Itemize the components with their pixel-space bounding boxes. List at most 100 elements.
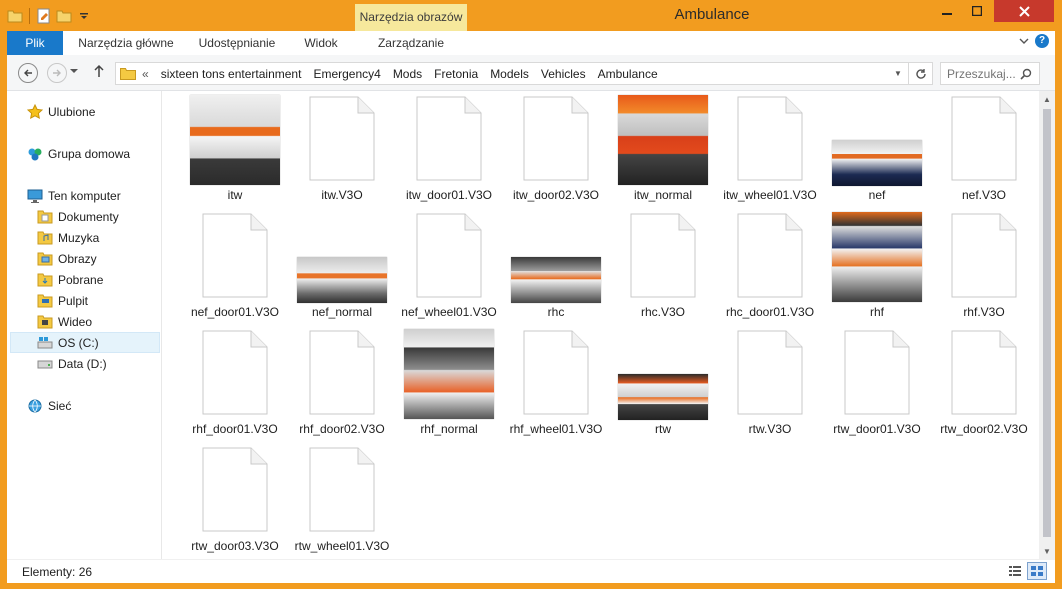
scroll-up-icon[interactable]: ▲ xyxy=(1039,91,1055,107)
document-icon xyxy=(737,213,803,298)
expand-ribbon-icon[interactable] xyxy=(1019,37,1029,45)
nav-item-pictures[interactable]: Obrazy xyxy=(37,249,97,269)
breadcrumb-separator-icon[interactable]: › xyxy=(302,69,312,79)
scrollbar-thumb[interactable] xyxy=(1043,109,1051,537)
nav-item-label: Dokumenty xyxy=(58,210,119,224)
breadcrumb-separator-icon[interactable]: › xyxy=(479,69,489,79)
help-icon[interactable]: ? xyxy=(1035,34,1049,48)
file-item[interactable]: itw xyxy=(184,91,286,203)
file-name: itw_door02.V3O xyxy=(512,188,600,202)
file-item[interactable]: rhf_door01.V3O xyxy=(184,325,286,437)
nav-item-videos[interactable]: Wideo xyxy=(37,312,92,332)
file-item[interactable]: rhc_door01.V3O xyxy=(719,208,821,320)
new-folder-icon[interactable] xyxy=(55,7,73,25)
document-icon xyxy=(737,330,803,415)
breadcrumb-separator-icon[interactable]: › xyxy=(382,69,392,79)
file-item[interactable]: rtw_wheel01.V3O xyxy=(291,442,393,554)
file-item[interactable]: nef_wheel01.V3O xyxy=(398,208,500,320)
breadcrumb-item[interactable]: Emergency4 xyxy=(313,67,380,81)
tab-home[interactable]: Narzędzia główne xyxy=(71,31,181,55)
ribbon-tabs: Plik Narzędzia główne Udostępnianie Wido… xyxy=(7,31,1055,55)
nav-item-music[interactable]: Muzyka xyxy=(37,228,99,248)
network-icon xyxy=(27,398,43,414)
file-item[interactable]: itw_door02.V3O xyxy=(505,91,607,203)
large-icons-view-button[interactable] xyxy=(1027,562,1047,580)
up-button[interactable] xyxy=(93,64,105,81)
file-item[interactable]: rhf xyxy=(826,208,928,320)
nav-item-documents[interactable]: Dokumenty xyxy=(37,207,119,227)
breadcrumb-overflow[interactable]: « xyxy=(142,67,149,81)
file-item[interactable]: itw_wheel01.V3O xyxy=(719,91,821,203)
nav-item-label: Muzyka xyxy=(58,231,100,245)
file-item[interactable]: rhc xyxy=(505,208,607,320)
file-item[interactable]: rtw_door01.V3O xyxy=(826,325,928,437)
file-item[interactable]: rtw_door02.V3O xyxy=(933,325,1035,437)
properties-icon[interactable] xyxy=(35,7,53,25)
file-item[interactable]: itw_door01.V3O xyxy=(398,91,500,203)
nav-item-desktop[interactable]: Pulpit xyxy=(37,291,88,311)
details-view-button[interactable] xyxy=(1005,562,1025,580)
file-name: rhc.V3O xyxy=(640,305,685,319)
breadcrumb-item[interactable]: sixteen tons entertainment xyxy=(161,67,302,81)
address-dropdown-icon[interactable]: ▼ xyxy=(888,69,908,78)
document-icon xyxy=(951,330,1017,415)
breadcrumb-separator-icon[interactable]: › xyxy=(423,69,433,79)
search-icon[interactable] xyxy=(1017,68,1035,80)
tab-manage[interactable]: Zarządzanie xyxy=(355,31,467,55)
file-item[interactable]: rtw xyxy=(612,325,714,437)
file-item[interactable]: nef_door01.V3O xyxy=(184,208,286,320)
file-item[interactable]: nef xyxy=(826,91,928,203)
file-item[interactable]: rtw.V3O xyxy=(719,325,821,437)
breadcrumb-item[interactable]: Mods xyxy=(393,67,422,81)
refresh-icon[interactable] xyxy=(908,63,932,84)
nav-item-network[interactable]: Sieć xyxy=(27,396,71,416)
breadcrumb-item[interactable]: Ambulance xyxy=(598,67,658,81)
breadcrumb-item[interactable]: Models xyxy=(490,67,529,81)
nav-item-downloads[interactable]: Pobrane xyxy=(37,270,103,290)
file-item[interactable]: rhf_normal xyxy=(398,325,500,437)
minimize-icon xyxy=(942,13,952,15)
file-item[interactable]: rhf_door02.V3O xyxy=(291,325,393,437)
breadcrumb-item[interactable]: Vehicles xyxy=(541,67,586,81)
minimize-button[interactable] xyxy=(932,0,962,22)
recent-locations-icon[interactable] xyxy=(70,67,78,76)
forward-button[interactable] xyxy=(47,63,67,83)
folder-icon[interactable] xyxy=(6,7,24,25)
nav-item-favorites[interactable]: Ulubione xyxy=(27,102,95,122)
file-item[interactable]: rhc.V3O xyxy=(612,208,714,320)
vertical-scrollbar[interactable]: ▲ ▼ xyxy=(1039,91,1055,559)
file-item[interactable]: itw.V3O xyxy=(291,91,393,203)
arrow-right-icon xyxy=(53,69,61,77)
address-bar[interactable]: « ›sixteen tons entertainment›Emergency4… xyxy=(115,62,933,85)
file-item[interactable]: rhf.V3O xyxy=(933,208,1035,320)
document-icon xyxy=(719,211,821,303)
nav-item-homegroup[interactable]: Grupa domowa xyxy=(27,144,130,164)
breadcrumb-item[interactable]: Fretonia xyxy=(434,67,478,81)
back-button[interactable] xyxy=(18,63,38,83)
maximize-button[interactable] xyxy=(962,0,992,22)
nav-item-this-pc[interactable]: Ten komputer xyxy=(27,186,121,206)
tab-file[interactable]: Plik xyxy=(7,31,63,55)
nav-item-drive-d[interactable]: Data (D:) xyxy=(37,354,107,374)
tab-view[interactable]: Widok xyxy=(295,31,347,55)
file-item[interactable]: rhf_wheel01.V3O xyxy=(505,325,607,437)
customize-toolbar-icon[interactable] xyxy=(75,7,93,25)
nav-item-drive-c[interactable]: OS (C:) xyxy=(10,332,160,353)
folder-icon xyxy=(120,68,136,80)
breadcrumb-separator-icon[interactable]: › xyxy=(530,69,540,79)
file-item[interactable]: rtw_door03.V3O xyxy=(184,442,286,554)
search-input[interactable] xyxy=(941,66,1017,81)
file-item[interactable]: nef.V3O xyxy=(933,91,1035,203)
scroll-down-icon[interactable]: ▼ xyxy=(1039,543,1055,559)
document-icon xyxy=(398,211,500,303)
document-icon xyxy=(291,445,393,537)
close-button[interactable] xyxy=(994,0,1054,22)
file-name: itw_door01.V3O xyxy=(405,188,493,202)
tab-share[interactable]: Udostępnianie xyxy=(191,31,283,55)
breadcrumb-separator-icon[interactable]: › xyxy=(587,69,597,79)
file-item[interactable]: nef_normal xyxy=(291,208,393,320)
file-item[interactable]: itw_normal xyxy=(612,91,714,203)
breadcrumb-separator-icon[interactable]: › xyxy=(150,69,160,79)
nav-item-label: Pobrane xyxy=(58,273,104,287)
toolbar-separator xyxy=(29,8,30,24)
